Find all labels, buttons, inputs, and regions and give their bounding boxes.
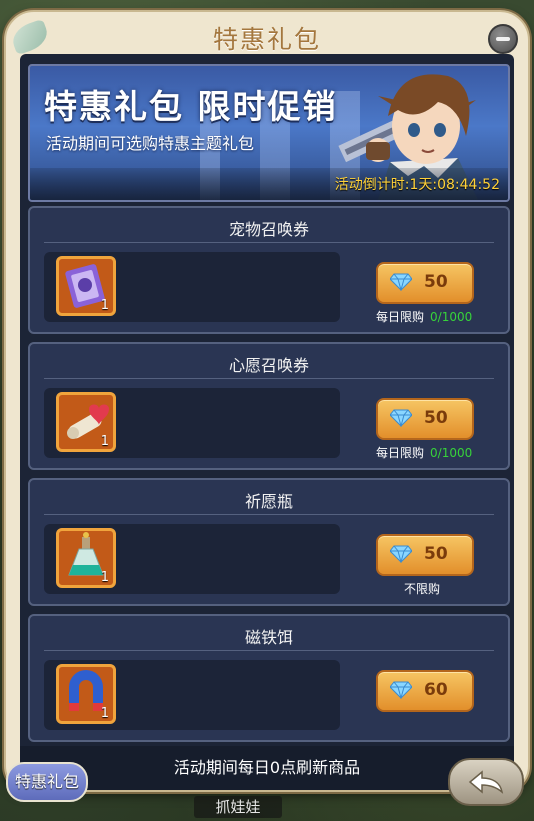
item-name: 磁铁饵 — [244, 628, 293, 647]
item-count: 1 — [100, 298, 109, 313]
divider — [44, 514, 494, 515]
item-name: 宠物召唤券 — [228, 220, 309, 239]
limit-label: 每日限购 — [376, 310, 425, 324]
background-label: 抓娃娃 — [194, 796, 282, 818]
content-panel[interactable]: 特惠礼包 限时促销 活动期间可选购特惠主题礼包 活动倒计时:1天:08:44:5… — [20, 54, 514, 790]
diamond-icon — [390, 545, 412, 563]
divider — [44, 650, 494, 651]
shop-item-card: 磁铁饵 1 60 — [28, 614, 510, 742]
buy-button[interactable]: 60 — [376, 670, 474, 712]
banner-subtitle: 活动期间可选购特惠主题礼包 — [46, 134, 255, 153]
shop-item-card: 祈愿瓶 1 50 不限购 — [28, 478, 510, 606]
countdown-timer: 活动倒计时:1天:08:44:52 — [334, 177, 500, 193]
item-count: 1 — [100, 434, 109, 449]
buy-button[interactable]: 50 — [376, 398, 474, 440]
purchase-limit: 每日限购 0/1000 — [376, 308, 472, 325]
back-button[interactable] — [448, 758, 524, 806]
window-title: 特惠礼包 — [212, 25, 321, 54]
price: 50 — [424, 544, 448, 564]
magnet-bait-icon[interactable]: 1 — [56, 664, 116, 724]
banner-title: 特惠礼包 限时促销 — [44, 87, 338, 126]
purchase-limit: 不限购 — [404, 580, 440, 597]
shop-item-card: 心愿召唤券 1 50 每日限购 0/1000 — [28, 342, 510, 470]
item-slot: 1 — [44, 252, 340, 322]
diamond-icon — [390, 681, 412, 699]
limit-value: 0/1000 — [430, 310, 473, 324]
wish-summon-scroll-icon[interactable]: 1 — [56, 392, 116, 452]
price: 50 — [424, 272, 448, 292]
buy-button[interactable]: 50 — [376, 534, 474, 576]
divider — [44, 242, 494, 243]
close-button[interactable] — [488, 24, 518, 54]
item-slot: 1 — [44, 660, 340, 730]
minus-icon — [496, 37, 510, 41]
limit-label: 不限购 — [404, 582, 441, 596]
buy-button[interactable]: 50 — [376, 262, 474, 304]
limit-value: 0/1000 — [430, 446, 473, 460]
diamond-icon — [390, 273, 412, 291]
item-count: 1 — [100, 570, 109, 585]
item-count: 1 — [100, 706, 109, 721]
pet-summon-ticket-icon[interactable]: 1 — [56, 256, 116, 316]
promo-banner: 特惠礼包 限时促销 活动期间可选购特惠主题礼包 活动倒计时:1天:08:44:5… — [28, 64, 510, 202]
price: 60 — [424, 680, 448, 700]
wish-bottle-icon[interactable]: 1 — [56, 528, 116, 588]
back-arrow-icon — [468, 770, 504, 794]
refresh-notice: 活动期间每日0点刷新商品 — [20, 746, 514, 790]
tab-special-pack[interactable]: 特惠礼包 — [6, 762, 88, 802]
limit-label: 每日限购 — [376, 446, 425, 460]
purchase-limit: 每日限购 0/1000 — [376, 444, 472, 461]
price: 50 — [424, 408, 448, 428]
shop-item-card: 宠物召唤券 1 50 每日限购 0/1000 — [28, 206, 510, 334]
diamond-icon — [390, 409, 412, 427]
item-slot: 1 — [44, 388, 340, 458]
divider — [44, 378, 494, 379]
item-slot: 1 — [44, 524, 340, 594]
item-name: 祈愿瓶 — [244, 492, 293, 511]
item-name: 心愿召唤券 — [228, 356, 309, 375]
